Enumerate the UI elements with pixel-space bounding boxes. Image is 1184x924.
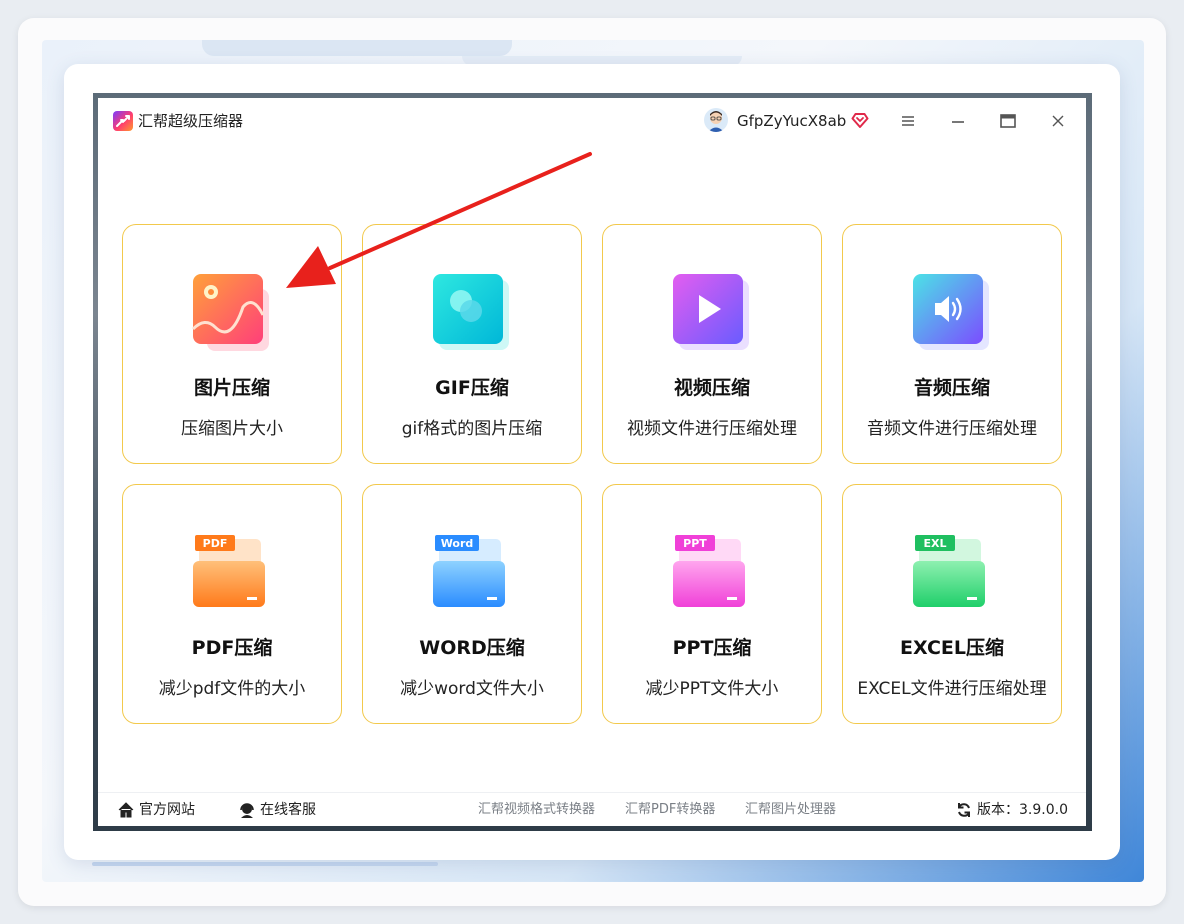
app-logo-icon [113,111,133,131]
tile-excel-compress[interactable]: EXL EXCEL压缩 EXCEL文件进行压缩处理 [842,484,1062,724]
tile-gif-compress[interactable]: GIF压缩 gif格式的图片压缩 [362,224,582,464]
official-website-link[interactable]: 官方网站 [139,801,195,819]
tile-image-compress[interactable]: 图片压缩 压缩图片大小 [122,224,342,464]
refresh-icon[interactable] [955,801,973,819]
backdrop-line [92,862,438,866]
username[interactable]: GfpZyYucX8ab [737,112,846,130]
image-icon [191,271,275,355]
tile-desc: 压缩图片大小 [181,419,283,439]
minimize-icon[interactable] [946,109,970,133]
footer-bar: 官方网站 在线客服 汇帮视频格式转换器 汇帮PDF转换器 汇帮图片处理器 版本：… [98,792,1086,826]
speaker-icon [911,271,995,355]
tile-title: EXCEL压缩 [900,637,1004,659]
tile-desc: gif格式的图片压缩 [401,419,543,439]
footer-link-image-processor[interactable]: 汇帮图片处理器 [745,802,836,818]
backdrop-shape [202,40,512,56]
tile-word-compress[interactable]: Word WORD压缩 减少word文件大小 [362,484,582,724]
tile-title: 音频压缩 [913,377,990,399]
version-label: 版本：3.9.0.0 [977,802,1068,818]
home-icon[interactable] [117,801,135,819]
tile-desc: 音频文件进行压缩处理 [867,419,1037,439]
tile-title: PDF压缩 [191,637,273,659]
pdf-badge: PDF [203,537,228,550]
maximize-icon[interactable] [996,109,1020,133]
tile-audio-compress[interactable]: 音频压缩 音频文件进行压缩处理 [842,224,1062,464]
tile-title: 视频压缩 [673,377,750,399]
avatar[interactable] [704,108,728,132]
tile-title: WORD压缩 [419,637,525,659]
pdf-folder-icon: PDF [191,531,275,615]
video-play-icon [671,271,755,355]
tile-title: GIF压缩 [435,377,509,399]
tile-desc: 减少word文件大小 [400,679,544,699]
vip-heart-icon[interactable] [850,110,870,130]
footer-link-pdf-converter[interactable]: 汇帮PDF转换器 [625,802,715,818]
tile-title: 图片压缩 [193,377,270,399]
tile-desc: EXCEL文件进行压缩处理 [857,679,1047,699]
tile-desc: 减少PPT文件大小 [645,679,779,699]
ppt-folder-icon: PPT [671,531,755,615]
tile-video-compress[interactable]: 视频压缩 视频文件进行压缩处理 [602,224,822,464]
tile-title: PPT压缩 [672,637,752,659]
headset-icon[interactable] [238,801,256,819]
online-support-link[interactable]: 在线客服 [260,801,316,819]
footer-link-video-converter[interactable]: 汇帮视频格式转换器 [478,802,595,818]
word-folder-icon: Word [431,531,515,615]
tile-desc: 减少pdf文件的大小 [158,679,306,699]
word-badge: Word [441,537,474,550]
excel-badge: EXL [923,537,946,550]
tile-ppt-compress[interactable]: PPT PPT压缩 减少PPT文件大小 [602,484,822,724]
close-icon[interactable] [1046,109,1070,133]
app-title: 汇帮超级压缩器 [138,112,244,130]
app-window: 汇帮超级压缩器 GfpZyYucX8ab 图片压缩 压缩图片大小 GIF压缩 g… [98,98,1086,826]
ppt-badge: PPT [683,537,707,550]
excel-folder-icon: EXL [911,531,995,615]
gif-icon [431,271,515,355]
tile-pdf-compress[interactable]: PDF PDF压缩 减少pdf文件的大小 [122,484,342,724]
title-bar: 汇帮超级压缩器 GfpZyYucX8ab [98,98,1086,144]
menu-icon[interactable] [896,109,920,133]
tile-desc: 视频文件进行压缩处理 [627,419,797,439]
